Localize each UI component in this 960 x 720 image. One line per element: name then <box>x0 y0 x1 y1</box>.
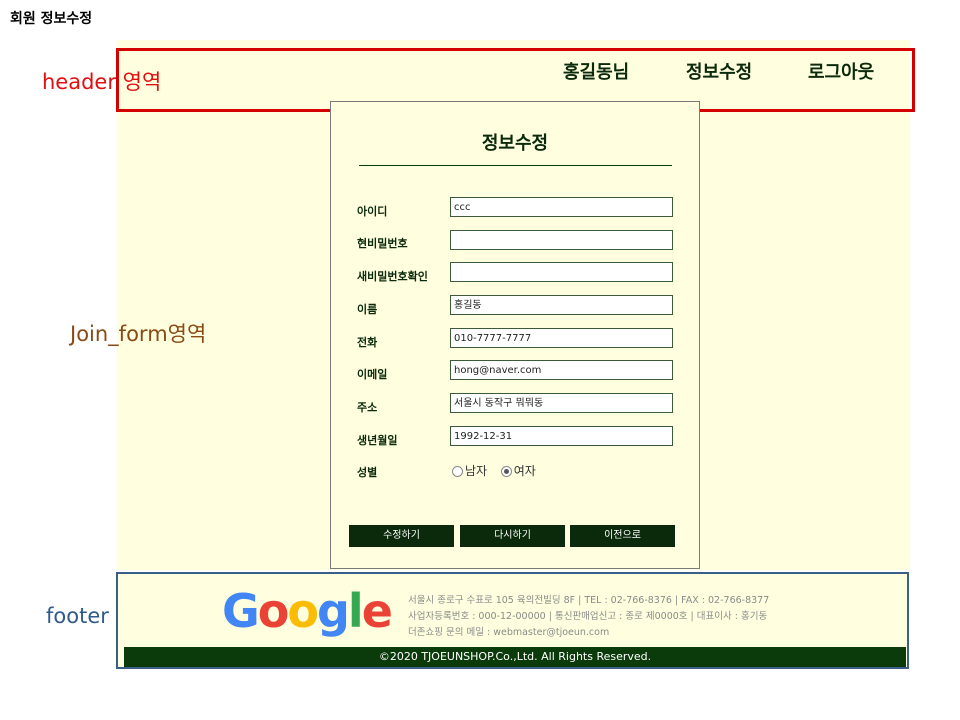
logo-letter: G <box>222 584 260 638</box>
current-password-field[interactable] <box>450 230 673 250</box>
label-address: 주소 <box>357 401 378 414</box>
label-name: 이름 <box>357 303 378 316</box>
form-title: 정보수정 <box>481 133 549 154</box>
nav-logout[interactable]: 로그아웃 <box>808 58 874 84</box>
nav-edit-info[interactable]: 정보수정 <box>686 58 752 84</box>
name-field[interactable]: 홍길동 <box>450 295 673 315</box>
phone-field[interactable]: 010-7777-7777 <box>450 328 673 348</box>
gender-male-label: 남자 <box>465 464 488 478</box>
label-birthdate: 생년월일 <box>357 434 398 447</box>
header-annotation: header 영역 <box>42 70 162 94</box>
google-logo: Google <box>222 584 393 638</box>
label-new-password-confirm: 새비밀번호확인 <box>357 270 428 283</box>
logo-letter: l <box>347 584 364 638</box>
footer-address-info: 서울시 종로구 수표로 105 육의전빌딩 8F | TEL : 02-766-… <box>408 595 770 606</box>
gender-female-label: 여자 <box>513 464 536 478</box>
label-email: 이메일 <box>357 368 388 381</box>
gender-female-radio[interactable] <box>500 466 512 477</box>
reset-button[interactable]: 다시하기 <box>460 525 565 547</box>
footer-business-info: 사업자등록번호 : 000-12-00000 | 통신판매업신고 : 종로 제0… <box>408 611 768 622</box>
footer-contact-info: 더존쇼핑 문의 메일 : webmaster@tjoeun.com <box>408 627 610 638</box>
logo-letter: e <box>361 584 393 638</box>
back-button[interactable]: 이전으로 <box>570 525 675 547</box>
birthdate-field[interactable]: 1992-12-31 <box>450 426 673 446</box>
logo-letter: o <box>287 584 319 638</box>
submit-button[interactable]: 수정하기 <box>349 525 454 547</box>
label-phone: 전화 <box>357 336 378 349</box>
address-field[interactable]: 서울시 동작구 뭐뭐동 <box>450 393 673 413</box>
copyright-bar: ©2020 TJOEUNSHOP.Co.,Ltd. All Rights Res… <box>124 647 906 667</box>
new-password-confirm-field[interactable] <box>450 262 673 282</box>
gender-male-radio[interactable] <box>452 466 463 477</box>
label-gender: 성별 <box>357 466 378 479</box>
join-form-annotation: Join_form영역 <box>70 322 207 346</box>
label-id: 아이디 <box>357 205 388 218</box>
footer: Google 서울시 종로구 수표로 105 육의전빌딩 8F | TEL : … <box>116 572 909 669</box>
form-divider <box>359 165 672 166</box>
email-field[interactable]: hong@naver.com <box>450 360 673 380</box>
logo-letter: o <box>257 584 290 638</box>
page-title: 회원 정보수정 <box>10 11 93 27</box>
join-form: 정보수정 아이디 ccc 현비밀번호 새비밀번호확인 이름 홍길동 전화 010… <box>330 101 700 569</box>
gender-radio-group: 남자 여자 <box>452 462 536 479</box>
nav-user-name[interactable]: 홍길동님 <box>563 58 629 84</box>
label-current-password: 현비밀번호 <box>357 237 408 250</box>
logo-letter: g <box>316 584 350 638</box>
id-field[interactable]: ccc <box>450 197 673 217</box>
